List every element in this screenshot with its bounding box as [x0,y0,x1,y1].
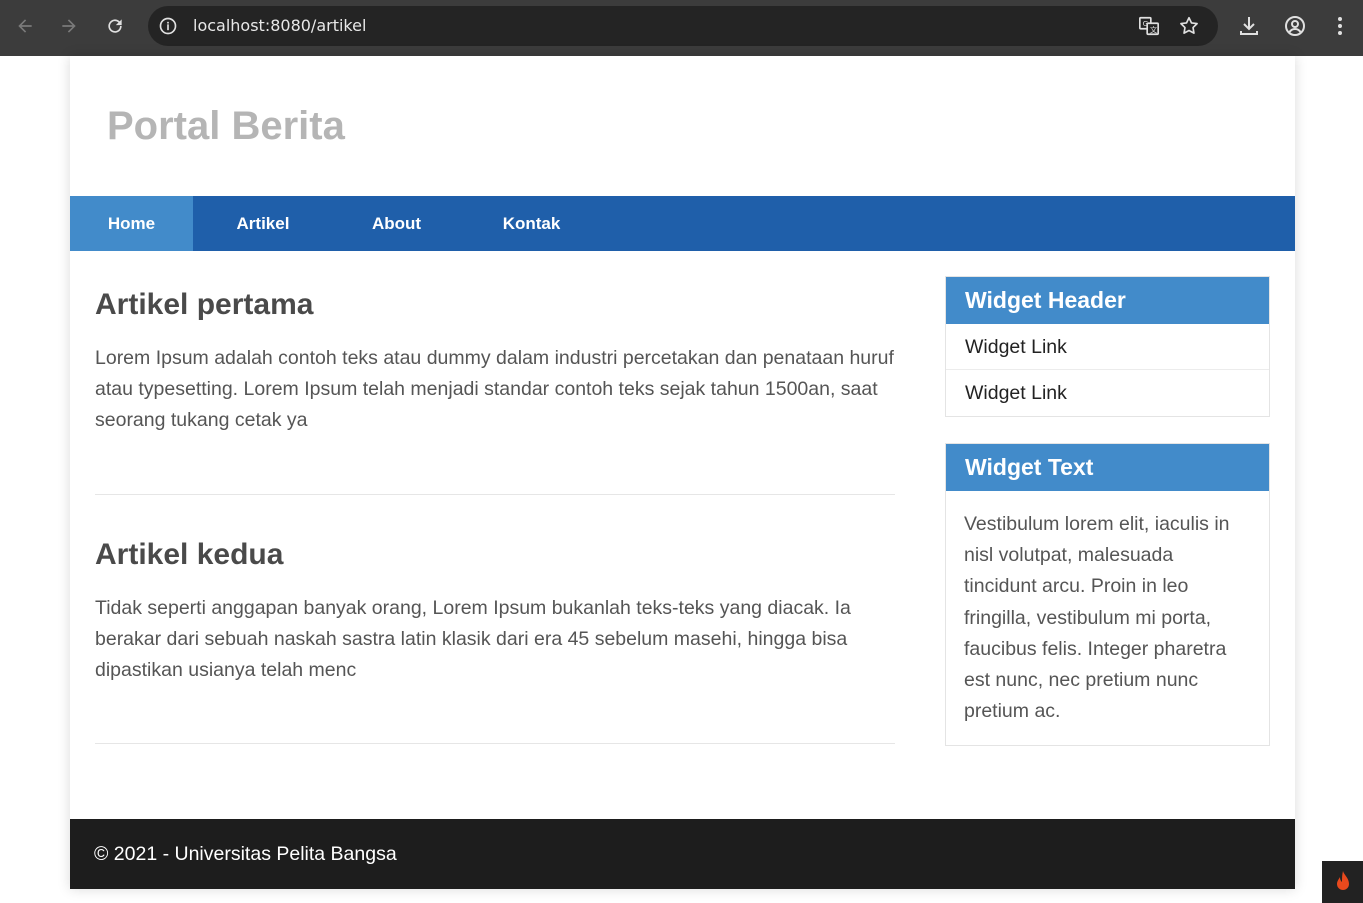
info-icon[interactable] [158,16,178,36]
download-icon[interactable] [1237,14,1261,38]
widget-text-body: Vestibulum lorem elit, iaculis in nisl v… [964,513,1230,723]
reload-icon[interactable] [103,14,127,38]
nav-item-about[interactable]: About [333,196,460,251]
nav-item-artikel[interactable]: Artikel [193,196,333,251]
widget-links: Widget Header Widget Link Widget Link [945,276,1270,417]
menu-icon[interactable] [1328,14,1352,38]
article-item: Artikel kedua Tidak seperti anggapan ban… [95,538,895,686]
site-header: Portal Berita [70,56,1295,196]
widget-link[interactable]: Widget Link [946,324,1269,370]
widget-link[interactable]: Widget Link [946,370,1269,416]
article-body: Lorem Ipsum adalah contoh teks atau dumm… [95,347,894,431]
star-icon[interactable] [1178,15,1200,37]
account-icon[interactable] [1283,14,1307,38]
widget-header: Widget Header [946,277,1269,324]
site-footer: © 2021 - Universitas Pelita Bangsa [70,819,1295,889]
widget-header: Widget Text [946,444,1269,491]
browser-toolbar: localhost:8080/artikel G 文 [0,0,1363,56]
debug-toolbar-flame-icon[interactable] [1322,861,1363,903]
article-title[interactable]: Artikel kedua [95,538,895,593]
address-bar[interactable]: localhost:8080/artikel G 文 [148,6,1218,46]
article-item: Artikel pertama Lorem Ipsum adalah conto… [95,288,895,436]
article-body: Tidak seperti anggapan banyak orang, Lor… [95,597,851,681]
translate-icon[interactable]: G 文 [1138,15,1160,37]
nav-item-kontak[interactable]: Kontak [460,196,603,251]
forward-icon[interactable] [57,14,81,38]
page-container: Portal Berita Home Artikel About Kontak … [70,56,1295,889]
svg-text:文: 文 [1150,25,1158,34]
back-icon[interactable] [13,14,37,38]
site-title: Portal Berita [107,104,345,148]
widget-text: Widget Text Vestibulum lorem elit, iacul… [945,443,1270,747]
article-divider [95,494,895,495]
main-nav: Home Artikel About Kontak [70,196,1295,251]
url-text[interactable]: localhost:8080/artikel [193,16,366,36]
nav-item-home[interactable]: Home [70,196,193,251]
article-title[interactable]: Artikel pertama [95,288,895,343]
svg-text:G: G [1143,19,1149,28]
article-divider [95,743,895,744]
